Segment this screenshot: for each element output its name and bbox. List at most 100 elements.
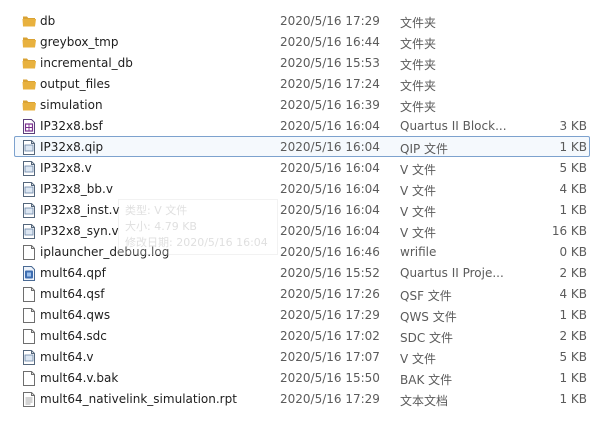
document-icon (21, 181, 37, 198)
document-icon (21, 139, 37, 156)
folder-icon (21, 13, 37, 30)
file-date-modified: 2020/5/16 17:29 (280, 392, 380, 406)
file-date-modified: 2020/5/16 15:53 (280, 56, 380, 70)
file-size: 5 KB (559, 161, 587, 175)
file-row[interactable]: IP32x8.v 2020/5/16 16:04 V 文件 5 KB (14, 157, 590, 178)
file-row[interactable]: mult64.sdc 2020/5/16 17:02 SDC 文件 2 KB (14, 325, 590, 346)
quartus-project-icon (21, 265, 37, 282)
file-date-modified: 2020/5/16 16:04 (280, 182, 380, 196)
file-name: IP32x8.v (40, 161, 92, 175)
quartus-block-file-icon (21, 118, 37, 135)
file-name: mult64.qsf (40, 287, 105, 301)
text-document-icon (21, 391, 37, 408)
file-row[interactable]: output_files 2020/5/16 17:24 文件夹 (14, 73, 590, 94)
file-row[interactable]: IP32x8_inst.v 2020/5/16 16:04 V 文件 1 KB (14, 199, 590, 220)
file-name: output_files (40, 77, 111, 91)
file-date-modified: 2020/5/16 16:04 (280, 203, 380, 217)
file-name: mult64.qws (40, 308, 111, 322)
file-type: QIP 文件 (400, 142, 449, 156)
file-date-modified: 2020/5/16 16:04 (280, 140, 380, 154)
file-name: mult64.qpf (40, 266, 106, 280)
document-icon (21, 223, 37, 240)
blank-file-icon (21, 370, 37, 387)
file-name: mult64_nativelink_simulation.rpt (40, 392, 237, 406)
file-type: 文件夹 (400, 58, 437, 72)
folder-icon (21, 76, 37, 93)
file-row[interactable]: mult64.qpf 2020/5/16 15:52 Quartus II Proj… (14, 262, 590, 283)
file-type: V 文件 (400, 184, 437, 198)
file-row[interactable]: db 2020/5/16 17:29 文件夹 (14, 10, 590, 31)
file-name: IP32x8_bb.v (40, 182, 113, 196)
file-size: 5 KB (559, 350, 587, 364)
file-date-modified: 2020/5/16 17:29 (280, 308, 380, 322)
file-name: mult64.v.bak (40, 371, 119, 385)
document-icon (21, 349, 37, 366)
folder-icon (21, 34, 37, 51)
file-row[interactable]: mult64.qws 2020/5/16 17:29 QWS 文件 1 KB (14, 304, 590, 325)
blank-file-icon (21, 286, 37, 303)
file-size: 2 KB (559, 329, 587, 343)
document-icon (21, 160, 37, 177)
file-name: simulation (40, 98, 103, 112)
file-date-modified: 2020/5/16 17:29 (280, 14, 380, 28)
file-name: IP32x8_inst.v (40, 203, 120, 217)
file-date-modified: 2020/5/16 17:26 (280, 287, 380, 301)
file-row[interactable]: iplauncher_debug.log 2020/5/16 16:46 wrifi… (14, 241, 590, 262)
file-type: 文件夹 (400, 79, 437, 93)
file-type: 文本文档 (400, 394, 449, 408)
file-type: V 文件 (400, 352, 437, 366)
file-size: 1 KB (559, 371, 587, 385)
file-type: Quartus II Block... (400, 119, 507, 133)
file-date-modified: 2020/5/16 15:50 (280, 371, 380, 385)
file-type: BAK 文件 (400, 373, 453, 387)
file-row[interactable]: simulation 2020/5/16 16:39 文件夹 (14, 94, 590, 115)
file-size: 4 KB (559, 182, 587, 196)
file-date-modified: 2020/5/16 16:04 (280, 161, 380, 175)
file-type: 文件夹 (400, 16, 437, 30)
file-date-modified: 2020/5/16 16:04 (280, 119, 380, 133)
file-size: 2 KB (559, 266, 587, 280)
file-size: 3 KB (559, 119, 587, 133)
file-size: 1 KB (559, 392, 587, 406)
file-size: 16 KB (551, 224, 587, 238)
blank-file-icon (21, 307, 37, 324)
file-name: mult64.v (40, 350, 94, 364)
file-row[interactable]: mult64_nativelink_simulation.rpt 2020/5/1… (14, 388, 590, 409)
file-size: 1 KB (559, 203, 587, 217)
file-row[interactable]: mult64.qsf 2020/5/16 17:26 QSF 文件 4 KB (14, 283, 590, 304)
file-row[interactable]: greybox_tmp 2020/5/16 16:44 文件夹 (14, 31, 590, 52)
file-name: mult64.sdc (40, 329, 107, 343)
tooltip-date: 修改日期: 2020/5/16 16:04 (125, 236, 268, 249)
file-type: 文件夹 (400, 100, 437, 114)
file-row[interactable]: IP32x8_bb.v 2020/5/16 16:04 V 文件 4 KB (14, 178, 590, 199)
file-type: SDC 文件 (400, 331, 454, 345)
blank-file-icon (21, 328, 37, 345)
file-name: IP32x8.qip (40, 140, 104, 154)
file-type: V 文件 (400, 205, 437, 219)
file-date-modified: 2020/5/16 16:44 (280, 35, 380, 49)
file-date-modified: 2020/5/16 17:24 (280, 77, 380, 91)
file-row[interactable]: IP32x8.bsf 2020/5/16 16:04 Quartus II Bloc… (14, 115, 590, 136)
file-type: QSF 文件 (400, 289, 452, 303)
file-size: 1 KB (559, 140, 587, 154)
file-row[interactable]: mult64.v.bak 2020/5/16 15:50 BAK 文件 1 KB (14, 367, 590, 388)
file-size: 1 KB (559, 308, 587, 322)
file-date-modified: 2020/5/16 16:39 (280, 98, 380, 112)
file-info-tooltip: 类型: V 文件 大小: 4.79 KB 修改日期: 2020/5/16 16:… (118, 199, 278, 255)
file-name: greybox_tmp (40, 35, 119, 49)
file-size: 0 KB (559, 245, 587, 259)
file-row[interactable]: mult64.v 2020/5/16 17:07 V 文件 5 KB (14, 346, 590, 367)
file-date-modified: 2020/5/16 15:52 (280, 266, 380, 280)
file-row[interactable]: IP32x8_syn.v 2020/5/16 16:04 V 文件 16 KB (14, 220, 590, 241)
file-row[interactable]: IP32x8.qip 2020/5/16 16:04 QIP 文件 1 KB (14, 136, 590, 157)
file-list: db 2020/5/16 17:29 文件夹 greybox_tmp 2020/5/16… (0, 0, 603, 424)
file-type: 文件夹 (400, 37, 437, 51)
file-type: V 文件 (400, 226, 437, 240)
file-date-modified: 2020/5/16 16:46 (280, 245, 380, 259)
file-date-modified: 2020/5/16 17:02 (280, 329, 380, 343)
file-date-modified: 2020/5/16 16:04 (280, 224, 380, 238)
file-type: V 文件 (400, 163, 437, 177)
file-name: IP32x8_syn.v (40, 224, 119, 238)
tooltip-size: 大小: 4.79 KB (125, 220, 197, 233)
file-row[interactable]: incremental_db 2020/5/16 15:53 文件夹 (14, 52, 590, 73)
